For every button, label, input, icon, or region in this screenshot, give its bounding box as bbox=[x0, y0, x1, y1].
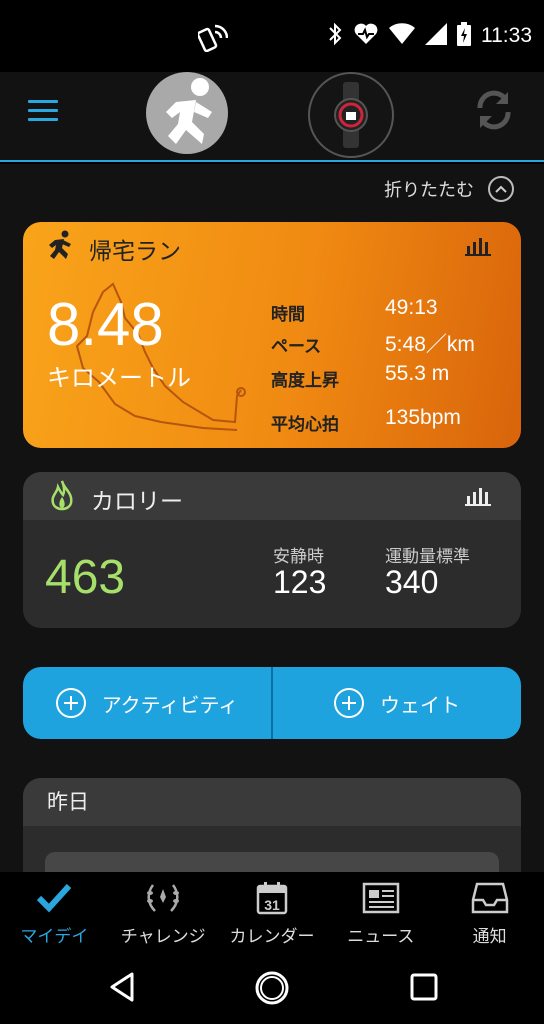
calendar-day: 31 bbox=[264, 897, 280, 913]
yesterday-item[interactable] bbox=[45, 852, 499, 872]
nav-label: 通知 bbox=[472, 927, 507, 947]
heart-monitor-icon bbox=[353, 22, 379, 50]
stat-label-pace: ペース bbox=[271, 337, 322, 357]
collapse-label: 折りたたむ bbox=[384, 180, 474, 201]
status-bar: 11:33 bbox=[0, 0, 544, 72]
app-header bbox=[0, 72, 544, 162]
checkmark-icon bbox=[36, 880, 72, 916]
device-watch[interactable] bbox=[308, 72, 394, 158]
yesterday-card[interactable]: 昨日 bbox=[23, 778, 521, 872]
nav-notifications[interactable]: 通知 bbox=[435, 872, 544, 952]
stat-label-heart-rate: 平均心拍 bbox=[271, 415, 339, 435]
nav-label: ニュース bbox=[347, 927, 415, 947]
inbox-icon bbox=[471, 880, 509, 916]
nav-my-day[interactable]: マイデイ bbox=[0, 872, 109, 952]
profile-avatar[interactable] bbox=[146, 72, 228, 154]
add-weight-label: ウェイト bbox=[380, 692, 460, 717]
yesterday-title: 昨日 bbox=[23, 778, 521, 826]
bluetooth-icon bbox=[327, 22, 343, 50]
laurel-icon bbox=[143, 880, 183, 916]
calories-total: 463 bbox=[45, 551, 126, 604]
bar-chart-icon[interactable] bbox=[465, 236, 491, 260]
nav-news[interactable]: ニュース bbox=[326, 872, 435, 952]
calories-title: カロリー bbox=[91, 489, 183, 515]
newspaper-icon bbox=[362, 880, 400, 916]
nfc-icon bbox=[196, 24, 229, 56]
resting-calories-value: 123 bbox=[273, 564, 327, 600]
bottom-nav: マイデイ チャレンジ 31 カレンダー ニュース 通知 bbox=[0, 872, 544, 952]
recents-icon[interactable] bbox=[408, 970, 440, 1008]
nav-label: カレンダー bbox=[229, 927, 315, 947]
stat-value-elevation: 55.3 m bbox=[385, 362, 450, 385]
nav-calendar[interactable]: 31 カレンダー bbox=[218, 872, 327, 952]
quick-add-bar: アクティビティ ウェイト bbox=[23, 667, 521, 739]
running-icon bbox=[45, 230, 75, 266]
plus-circle-icon bbox=[334, 688, 364, 718]
home-icon[interactable] bbox=[254, 970, 290, 1010]
calendar-icon: 31 bbox=[256, 880, 288, 916]
chevron-up-icon bbox=[488, 176, 514, 202]
my-day-feed[interactable]: 折りたたむ 帰宅ラン 8.48 キロメートル 時間 49:13 ペース 5:48… bbox=[0, 164, 544, 872]
watch-icon bbox=[334, 82, 368, 148]
system-navigation-bar bbox=[0, 952, 544, 1024]
activity-title: 帰宅ラン bbox=[89, 239, 181, 265]
sync-icon[interactable] bbox=[470, 86, 518, 138]
add-activity-label: アクティビティ bbox=[101, 692, 239, 717]
active-calories-value: 340 bbox=[385, 564, 439, 600]
back-icon[interactable] bbox=[106, 970, 138, 1008]
wifi-icon bbox=[389, 23, 415, 49]
bar-chart-icon[interactable] bbox=[465, 486, 491, 510]
nav-label: マイデイ bbox=[20, 927, 89, 947]
distance-value: 8.48 bbox=[47, 291, 164, 358]
menu-icon[interactable] bbox=[28, 100, 58, 122]
nav-challenges[interactable]: チャレンジ bbox=[109, 872, 218, 952]
flame-icon bbox=[49, 479, 75, 517]
calories-card[interactable]: カロリー 463 安静時 123 運動量標準 340 bbox=[23, 472, 521, 628]
distance-unit: キロメートル bbox=[47, 364, 191, 392]
add-weight-button[interactable]: ウェイト bbox=[273, 667, 521, 739]
signal-icon bbox=[425, 23, 447, 49]
activity-card[interactable]: 帰宅ラン 8.48 キロメートル 時間 49:13 ペース 5:48／km 高度… bbox=[23, 222, 521, 448]
clock: 11:33 bbox=[481, 24, 532, 47]
stat-value-pace: 5:48／km bbox=[385, 333, 475, 356]
stat-label-time: 時間 bbox=[271, 305, 305, 325]
plus-circle-icon bbox=[55, 688, 86, 718]
add-activity-button[interactable]: アクティビティ bbox=[23, 667, 271, 739]
battery-icon bbox=[457, 22, 471, 50]
nav-label: チャレンジ bbox=[120, 927, 206, 947]
running-person-icon bbox=[166, 78, 212, 144]
stat-label-elevation: 高度上昇 bbox=[271, 371, 339, 391]
stat-value-heart-rate: 135bpm bbox=[385, 406, 461, 429]
stat-value-time: 49:13 bbox=[385, 296, 438, 319]
collapse-button[interactable]: 折りたたむ bbox=[384, 176, 514, 202]
